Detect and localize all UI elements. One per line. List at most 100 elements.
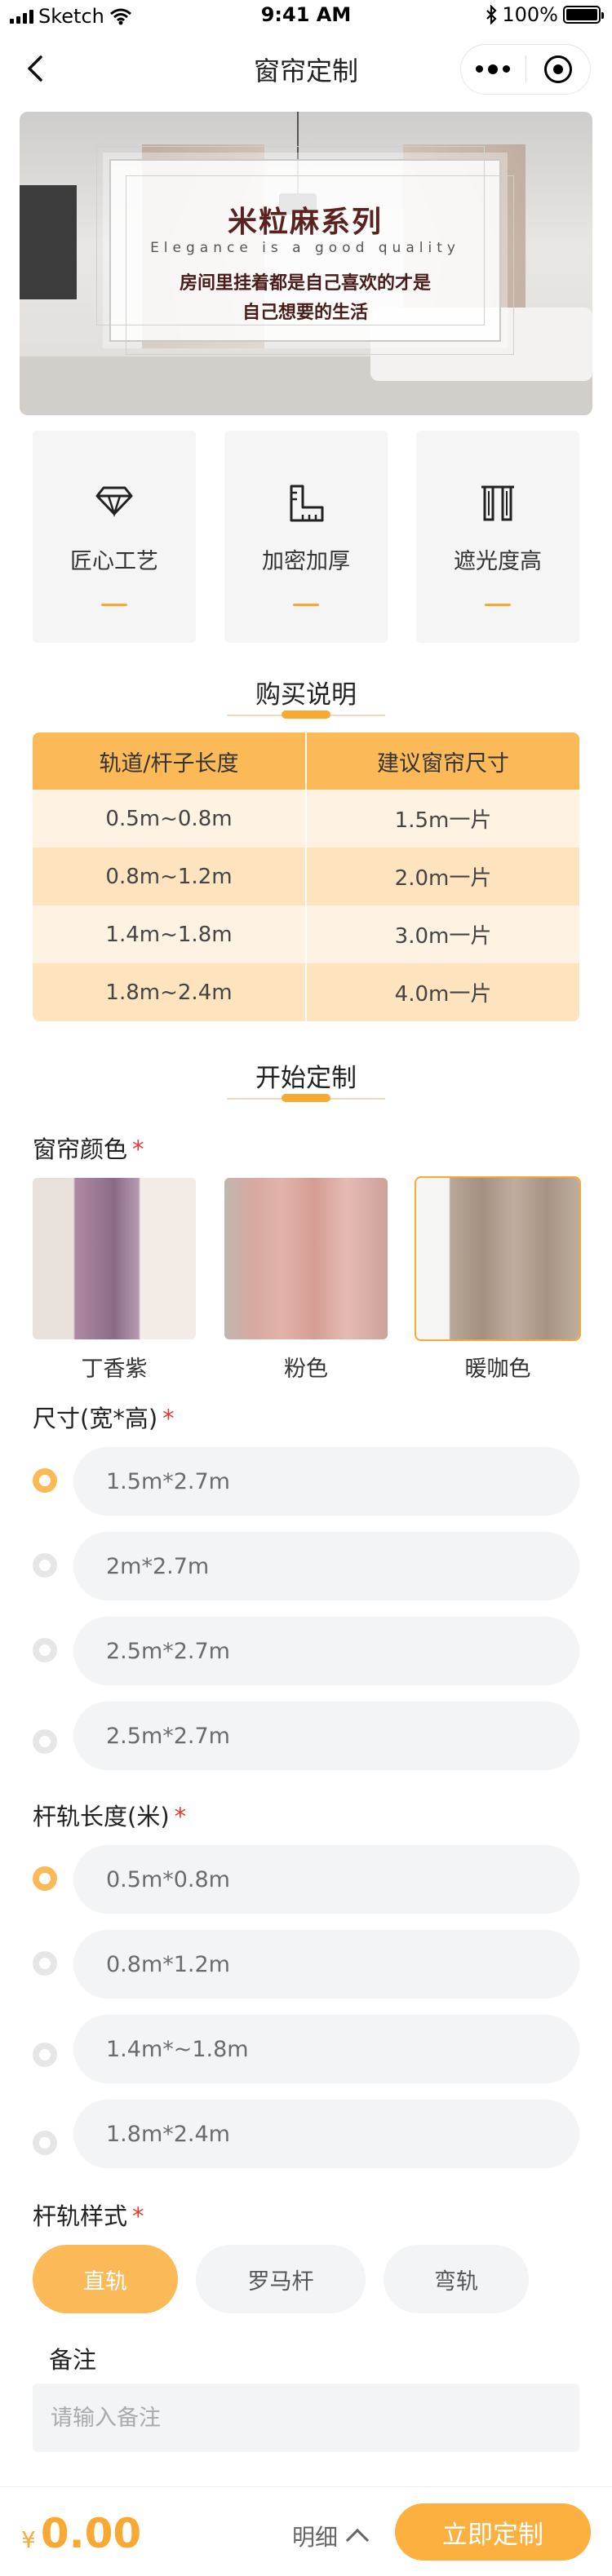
feature-label: 匠心工艺: [70, 549, 158, 574]
table-cell: 0.5m~0.8m: [105, 806, 233, 831]
rail-style-roman-rod[interactable]: 罗马杆: [196, 2245, 366, 2313]
table-cell: 0.8m~1.2m: [105, 864, 233, 889]
color-option-label: 暖咖色: [464, 1357, 531, 1382]
section-title: 购买说明: [255, 680, 357, 710]
color-option-label: 粉色: [284, 1357, 328, 1382]
table-cell: 1.8m~2.4m: [105, 980, 233, 1005]
banner-slogan-line2: 自己想要的生活: [242, 302, 368, 323]
currency-symbol: ¥: [21, 2526, 36, 2553]
table-header-cell: 建议窗帘尺寸: [305, 733, 579, 790]
chevron-up-icon: [345, 2528, 370, 2552]
note-label: 备注: [49, 2346, 97, 2374]
table-row: 1.4m~1.8m 3.0m一片: [33, 905, 579, 963]
banner-text-card: 米粒麻系列 Elegance is a good quality 房间里挂着都是…: [96, 146, 514, 355]
feature-label: 加密加厚: [262, 549, 350, 574]
radio-button[interactable]: [33, 1951, 57, 1976]
size-label: 尺寸(宽*高) *: [33, 1400, 175, 1434]
ruler-icon: [290, 485, 324, 522]
section-customize-heading: 开始定制: [0, 1057, 612, 1114]
table-header-cell: 轨道/杆子长度: [99, 750, 239, 777]
color-option-lilac[interactable]: 丁香紫: [33, 1178, 196, 1383]
table-cell: 3.0m一片: [305, 905, 579, 963]
hero-banner: 米粒麻系列 Elegance is a good quality 房间里挂着都是…: [20, 112, 592, 415]
rail-length-option[interactable]: 0.8m*1.2m: [33, 1930, 579, 1998]
section-title-accent: [282, 1094, 330, 1102]
radio-button[interactable]: [33, 1866, 57, 1891]
battery-percent: 100%: [502, 3, 558, 26]
required-mark: *: [132, 2202, 144, 2230]
more-button[interactable]: [461, 45, 526, 94]
feature-list: 匠心工艺 加密加厚 遮光度高: [33, 431, 579, 643]
size-option-label[interactable]: 2.5m*2.7m: [73, 1617, 579, 1685]
feature-card: 匠心工艺: [33, 431, 196, 643]
rail-length-option-label[interactable]: 0.5m*0.8m: [73, 1845, 579, 1914]
diamond-icon: [95, 486, 133, 517]
size-option[interactable]: 1.5m*2.7m: [33, 1447, 579, 1516]
rail-style-label: 杆轨样式 *: [33, 2198, 144, 2232]
curtain-swatch-image[interactable]: [33, 1178, 196, 1339]
table-cell: 4.0m一片: [305, 963, 579, 1021]
required-mark: *: [174, 1803, 187, 1830]
size-option-label[interactable]: 1.5m*2.7m: [73, 1447, 579, 1516]
banner-subtitle: Elegance is a good quality: [150, 240, 460, 256]
rail-length-option[interactable]: 0.5m*0.8m: [33, 1845, 579, 1914]
section-title: 开始定制: [255, 1064, 357, 1093]
rail-length-option-label[interactable]: 0.8m*1.2m: [73, 1930, 579, 1998]
banner-slogan-line1: 房间里挂着都是自己喜欢的才是: [179, 272, 431, 294]
feature-underline: [485, 604, 511, 606]
more-dots-icon: [476, 64, 511, 74]
color-option-pink[interactable]: 粉色: [224, 1178, 388, 1383]
rail-style-label-text: 杆轨样式: [33, 2202, 128, 2230]
feature-card: 遮光度高: [416, 431, 579, 643]
rail-style-curved[interactable]: 弯轨: [384, 2245, 529, 2313]
radio-button[interactable]: [33, 1553, 57, 1578]
rail-length-label-text: 杆轨长度(米): [33, 1803, 170, 1830]
feature-underline: [293, 604, 319, 606]
total-price: ¥ 0.00: [21, 2510, 141, 2557]
color-option-warm-coffee[interactable]: 暖咖色: [415, 1176, 581, 1383]
price-detail-toggle[interactable]: 明细: [292, 2520, 370, 2552]
radio-button[interactable]: [33, 1729, 57, 1754]
navigation-bar: 窗帘定制: [0, 33, 612, 106]
close-button[interactable]: [526, 45, 591, 94]
price-detail-label: 明细: [292, 2524, 339, 2551]
table-header: 轨道/杆子长度 建议窗帘尺寸: [33, 733, 579, 790]
rail-length-option-label[interactable]: 1.4m*~1.8m: [73, 2015, 579, 2083]
curtain-swatch-image[interactable]: [224, 1178, 388, 1339]
banner-tv: [20, 185, 77, 299]
price-value: 0.00: [40, 2510, 142, 2557]
size-option-label[interactable]: 2.5m*2.7m: [73, 1702, 579, 1770]
size-option[interactable]: 2m*2.7m: [33, 1532, 579, 1600]
radio-button[interactable]: [33, 1638, 57, 1662]
color-label-text: 窗帘颜色: [33, 1135, 128, 1163]
radio-button[interactable]: [33, 1468, 57, 1493]
table-cell: 2.0m一片: [305, 848, 579, 905]
feature-underline: [101, 604, 127, 606]
curtain-swatch-image[interactable]: [415, 1176, 581, 1341]
note-input[interactable]: [33, 2383, 579, 2452]
radio-button[interactable]: [33, 2043, 57, 2067]
feature-card: 加密加厚: [224, 431, 388, 643]
status-bar: Sketch 9:41 AM 100%: [0, 0, 612, 33]
banner-title: 米粒麻系列: [227, 205, 383, 239]
size-option-label[interactable]: 2m*2.7m: [73, 1532, 579, 1600]
rail-length-option[interactable]: 1.4m*~1.8m: [33, 2015, 579, 2083]
battery-icon: [563, 6, 604, 24]
bottom-action-bar: ¥ 0.00 明细 立即定制: [0, 2486, 612, 2576]
bluetooth-icon: [486, 5, 497, 24]
size-option[interactable]: 2.5m*2.7m: [33, 1617, 579, 1685]
rail-style-options: 直轨 罗马杆 弯轨: [33, 2245, 529, 2313]
rail-length-option-label[interactable]: 1.8m*2.4m: [73, 2100, 579, 2168]
rail-style-straight[interactable]: 直轨: [33, 2245, 178, 2313]
required-mark: *: [132, 1135, 144, 1163]
rail-length-option[interactable]: 1.8m*2.4m: [33, 2100, 579, 2168]
mini-program-capsule: [460, 44, 591, 95]
size-option[interactable]: 2.5m*2.7m: [33, 1702, 579, 1770]
target-icon: [543, 55, 572, 83]
color-options: 丁香紫 粉色 暖咖色: [33, 1176, 581, 1383]
curtain-icon: [481, 485, 514, 521]
section-title-accent: [282, 710, 330, 719]
customize-now-button[interactable]: 立即定制: [395, 2503, 591, 2561]
radio-button[interactable]: [33, 2131, 57, 2155]
size-label-text: 尺寸(宽*高): [33, 1405, 158, 1432]
